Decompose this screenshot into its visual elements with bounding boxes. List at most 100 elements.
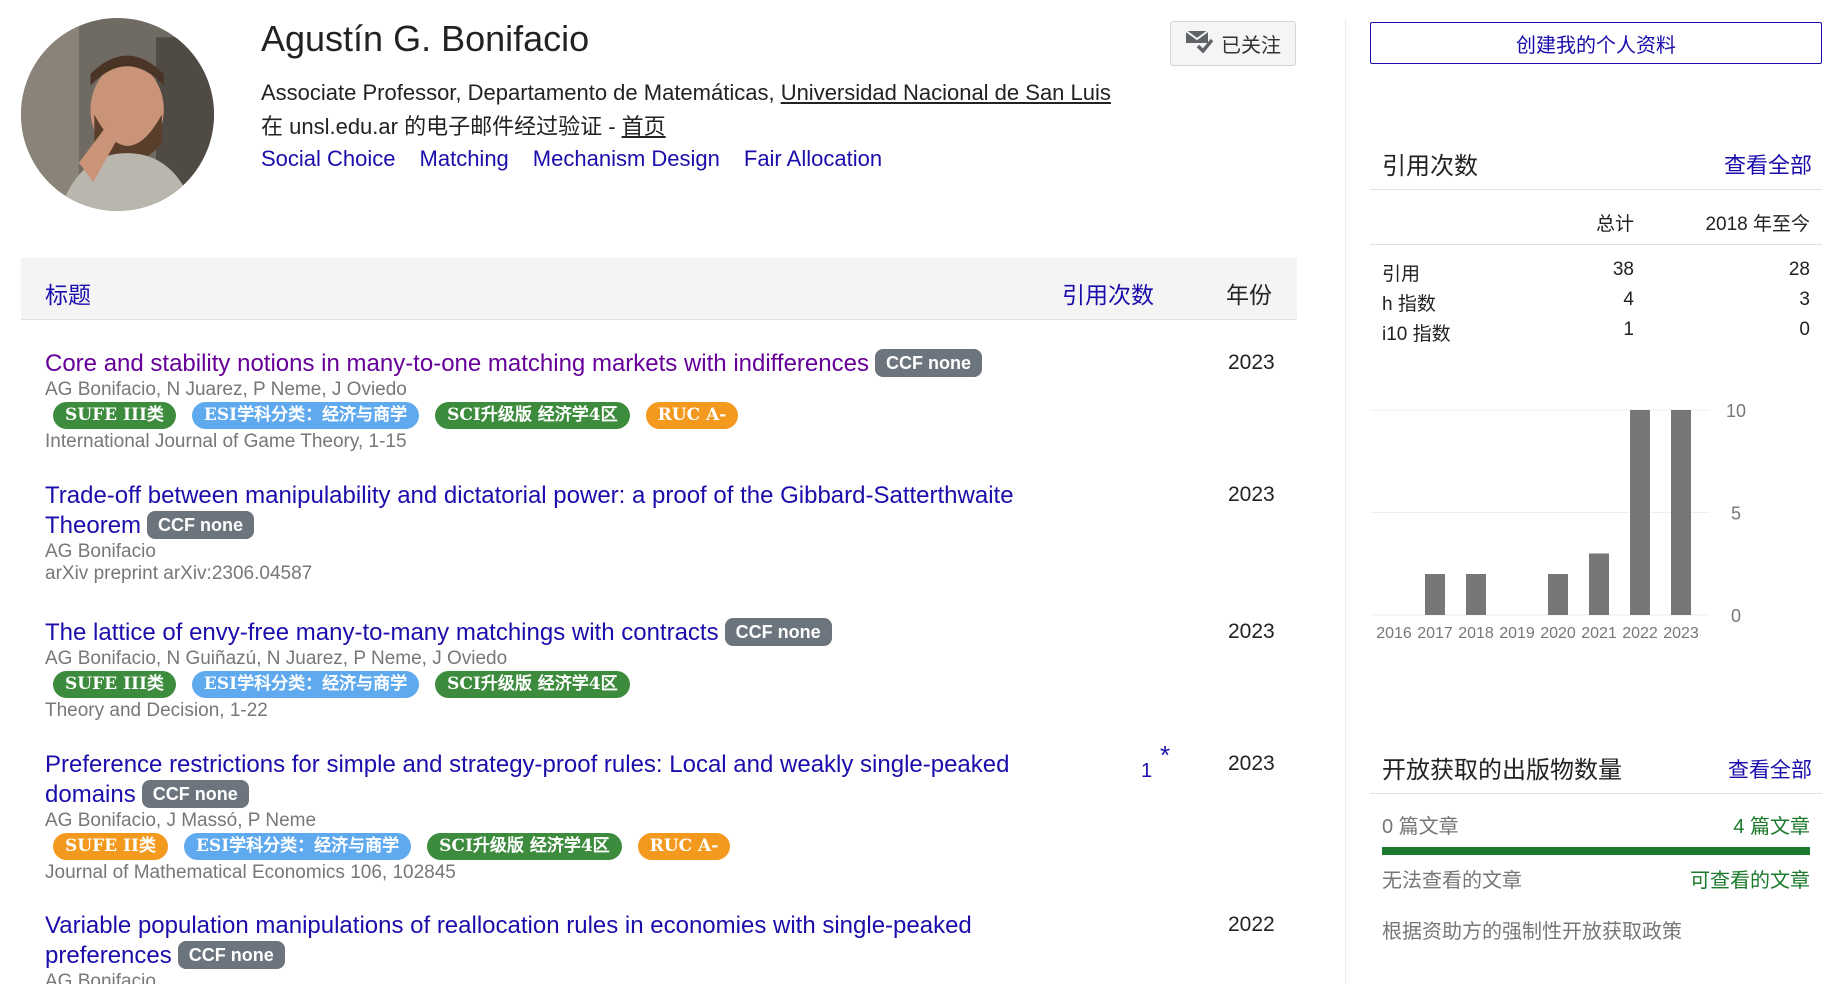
stats-all: 1: [1623, 319, 1634, 340]
citations-title: 引用次数: [1382, 153, 1478, 180]
sort-by-year[interactable]: 年份: [1226, 276, 1272, 310]
col-all[interactable]: 总计: [1596, 209, 1634, 236]
ranking-badge: SUFE II类: [53, 833, 168, 860]
not-available-label[interactable]: 无法查看的文章: [1382, 864, 1522, 893]
ranking-badge: RUC A-: [637, 833, 731, 860]
open-access-header: 开放获取的出版物数量 查看全部: [1370, 738, 1822, 794]
ranking-badge: SUFE III类: [53, 402, 176, 429]
article-authors: AG Bonifacio: [45, 971, 156, 984]
stats-since: 3: [1799, 289, 1810, 310]
article-year: 2023: [1228, 351, 1275, 374]
column-divider: [1345, 18, 1346, 984]
ranking-badges: SUFE II类 ESI学科分类：经济与商学 SCI升级版 经济学4区 RUC …: [53, 833, 1295, 860]
article-venue: arXiv preprint arXiv:2306.04587: [45, 563, 313, 584]
chart-ytick-label: 5: [1731, 504, 1741, 524]
stats-label[interactable]: 引用: [1382, 259, 1420, 286]
stats-since: 28: [1788, 259, 1810, 280]
article-title[interactable]: Core and stability notions in many-to-on…: [45, 350, 869, 377]
col-since[interactable]: 2018 年至今: [1705, 209, 1810, 236]
mail-check-icon: [1185, 29, 1214, 59]
not-available-count: 0 篇文章: [1382, 816, 1459, 838]
chart-xtick-label: 2021: [1581, 625, 1617, 642]
open-access-note: 根据资助方的强制性开放获取政策: [1382, 921, 1682, 943]
citations-view-all[interactable]: 查看全部: [1724, 148, 1812, 180]
ranking-badges: SUFE III类 ESI学科分类：经济与商学 SCI升级版 经济学4区: [53, 671, 1295, 698]
chart-bar[interactable]: [1466, 574, 1486, 615]
article-year: 2023: [1228, 483, 1275, 506]
ranking-badge: SCI升级版 经济学4区: [435, 671, 630, 698]
stats-since: 0: [1799, 319, 1810, 340]
ranking-badge: ESI学科分类：经济与商学: [183, 833, 412, 860]
chart-bar[interactable]: [1548, 574, 1568, 615]
open-access-bar: [1382, 847, 1810, 855]
citations-header: 引用次数 查看全部: [1370, 134, 1822, 190]
stats-all: 38: [1612, 259, 1634, 280]
citations-column-header: 总计 2018 年至今: [1370, 197, 1822, 245]
homepage-link[interactable]: 首页: [622, 114, 666, 139]
ccf-badge: CCF none: [141, 780, 249, 808]
affiliation-link[interactable]: Universidad Nacional de San Luis: [781, 80, 1111, 105]
open-access-bar-fill: [1382, 847, 1810, 855]
interest-link[interactable]: Social Choice: [261, 146, 396, 172]
verified-text: 在 unsl.edu.ar 的电子邮件经过验证 -: [261, 114, 622, 139]
cited-count[interactable]: 1: [1141, 760, 1152, 783]
avatar: [21, 18, 214, 211]
article-year: 2023: [1228, 752, 1275, 775]
article-row: The lattice of envy-free many-to-many ma…: [45, 618, 1295, 722]
chart-bar[interactable]: [1425, 574, 1445, 615]
citations-chart: 10 5 0 2016 2017 2018 2019 2020 2021 2022 2023: [1370, 401, 1746, 642]
article-row: Trade-off between manipulability and dic…: [45, 481, 1295, 585]
ccf-badge: CCF none: [147, 511, 255, 539]
ccf-badge: CCF none: [724, 618, 832, 646]
stats-label[interactable]: h 指数: [1382, 289, 1436, 316]
available-count: 4 篇文章: [1733, 816, 1810, 838]
stats-label[interactable]: i10 指数: [1382, 319, 1451, 346]
article-authors: AG Bonifacio, N Guiñazú, N Juarez, P Nem…: [45, 648, 508, 669]
available-label[interactable]: 可查看的文章: [1690, 864, 1810, 893]
chart-ytick-label: 0: [1731, 606, 1741, 626]
sort-by-title[interactable]: 标题: [45, 276, 91, 310]
chart-xtick-label: 2016: [1376, 625, 1412, 642]
ranking-badge: SCI升级版 经济学4区: [435, 402, 630, 429]
article-row: Core and stability notions in many-to-on…: [45, 349, 1295, 453]
chart-bar[interactable]: [1671, 410, 1691, 615]
chart-ytick-label: 10: [1726, 401, 1746, 421]
merged-citations-star: *: [1160, 740, 1171, 770]
article-title-line: Core and stability notions in many-to-on…: [45, 349, 1045, 379]
stats-all: 4: [1623, 289, 1634, 310]
research-interests: Social Choice Matching Mechanism Design …: [261, 146, 882, 172]
article-venue: Journal of Mathematical Economics 106, 1…: [45, 862, 456, 883]
stats-row: h 指数 4 3: [1370, 286, 1822, 316]
article-authors: AG Bonifacio, J Massó, P Neme: [45, 810, 317, 831]
chart-bar[interactable]: [1630, 410, 1650, 615]
affiliation-prefix: Associate Professor, Departamento de Mat…: [261, 80, 781, 105]
article-venue: International Journal of Game Theory, 1-…: [45, 431, 407, 452]
ranking-badge: SUFE III类: [53, 671, 176, 698]
article-year: 2023: [1228, 620, 1275, 643]
chart-bar[interactable]: [1589, 553, 1609, 616]
article-title-line: Variable population manipulations of rea…: [45, 911, 1045, 971]
chart-xtick-label: 2020: [1540, 625, 1576, 642]
article-title[interactable]: The lattice of envy-free many-to-many ma…: [45, 619, 719, 646]
create-profile-button[interactable]: 创建我的个人资料: [1370, 22, 1822, 64]
affiliation: Associate Professor, Departamento de Mat…: [261, 80, 1111, 106]
open-access-view-all[interactable]: 查看全部: [1728, 754, 1812, 784]
interest-link[interactable]: Fair Allocation: [744, 146, 882, 172]
interest-link[interactable]: Mechanism Design: [533, 146, 720, 172]
interest-link[interactable]: Matching: [420, 146, 509, 172]
follow-button[interactable]: 已关注: [1170, 21, 1296, 66]
chart-xtick-label: 2019: [1499, 625, 1535, 642]
chart-xtick-label: 2022: [1622, 625, 1658, 642]
article-title-line: The lattice of envy-free many-to-many ma…: [45, 618, 1045, 648]
verified-email: 在 unsl.edu.ar 的电子邮件经过验证 - 首页: [261, 109, 666, 141]
chart-xtick-label: 2017: [1417, 625, 1453, 642]
articles-table-header: 标题 引用次数 年份: [21, 258, 1297, 320]
open-access-title: 开放获取的出版物数量: [1382, 757, 1622, 784]
article-row: Variable population manipulations of rea…: [45, 911, 1295, 984]
ccf-badge: CCF none: [177, 941, 285, 969]
sort-by-cited[interactable]: 引用次数: [1062, 276, 1154, 310]
ranking-badge: ESI学科分类：经济与商学: [191, 671, 420, 698]
article-authors: AG Bonifacio, N Juarez, P Neme, J Oviedo: [45, 379, 407, 400]
chart-xtick-label: 2023: [1663, 625, 1699, 642]
article-authors: AG Bonifacio: [45, 541, 156, 562]
